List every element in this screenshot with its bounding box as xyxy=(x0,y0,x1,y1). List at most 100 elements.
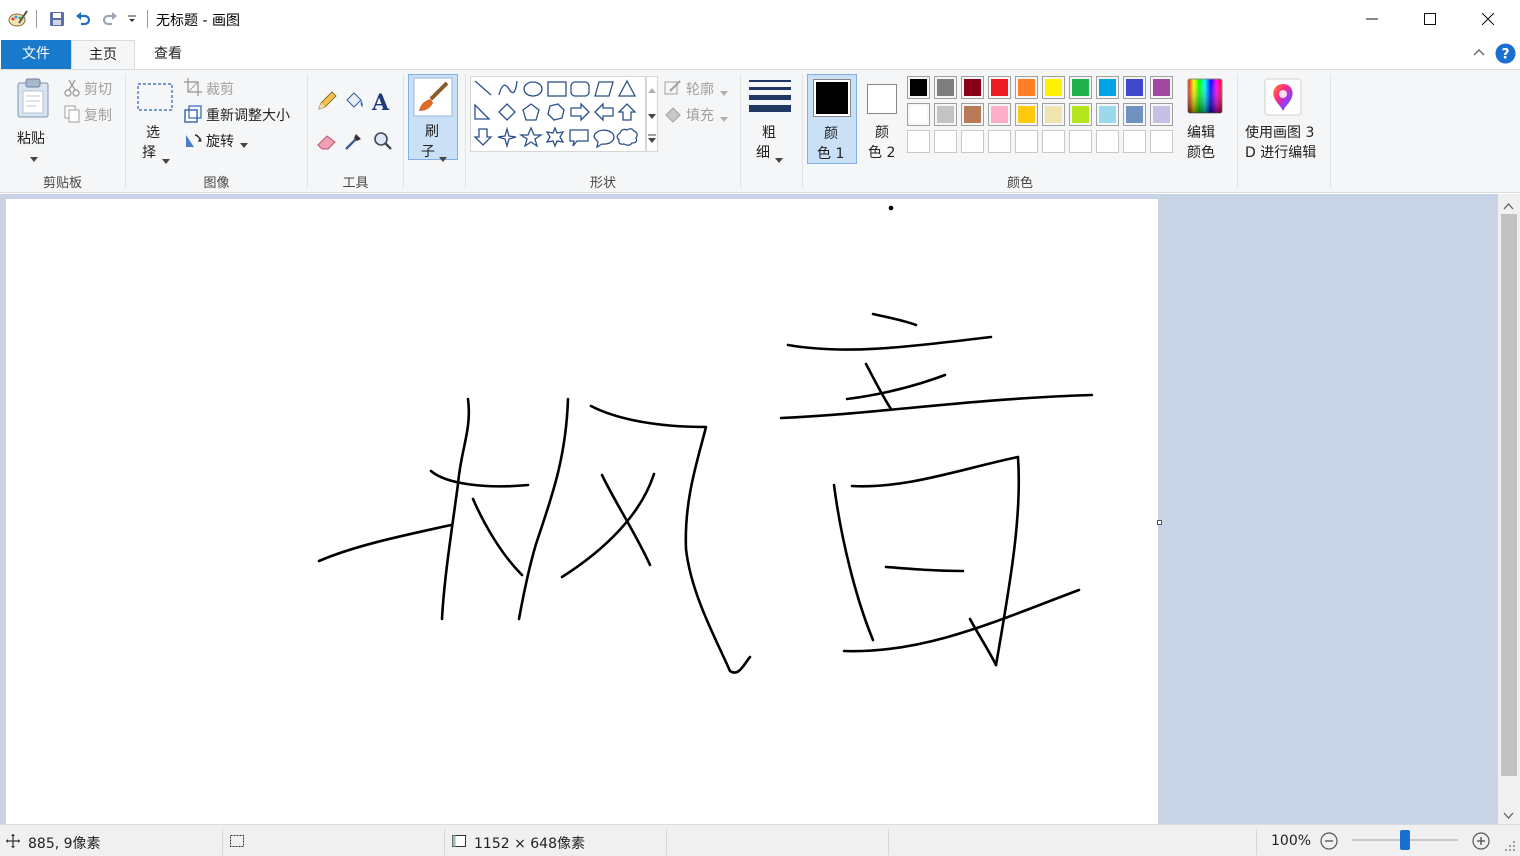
zoom-in-icon[interactable] xyxy=(1471,831,1491,855)
handwritten-strokes xyxy=(317,205,1094,674)
group-divider xyxy=(740,74,741,188)
vertical-scrollbar[interactable] xyxy=(1498,194,1520,824)
palette-color-swatch[interactable] xyxy=(1123,76,1146,99)
color2-label-line2: 色 2 xyxy=(868,145,896,161)
canvas-resize-handle[interactable] xyxy=(1157,520,1162,525)
palette-color-swatch[interactable] xyxy=(961,103,984,126)
palette-color-swatch[interactable] xyxy=(1069,76,1092,99)
zoom-out-icon[interactable] xyxy=(1319,831,1339,855)
palette-custom-slot[interactable] xyxy=(1096,130,1119,153)
palette-custom-slot[interactable] xyxy=(934,130,957,153)
color1-button[interactable]: 颜 色 1 xyxy=(807,74,857,164)
tab-view[interactable]: 查看 xyxy=(136,40,200,70)
text-tool-icon[interactable]: A xyxy=(372,90,389,116)
size-label-line1: 粗 xyxy=(762,125,776,141)
save-icon[interactable] xyxy=(47,9,67,29)
palette-custom-slot[interactable] xyxy=(1042,130,1065,153)
palette-custom-slot[interactable] xyxy=(988,130,1011,153)
palette-custom-slot[interactable] xyxy=(1015,130,1038,153)
palette-color-swatch[interactable] xyxy=(988,76,1011,99)
shapes-gallery-icons[interactable] xyxy=(471,77,647,153)
palette-color-swatch[interactable] xyxy=(1042,76,1065,99)
pencil-icon[interactable] xyxy=(316,90,338,116)
color2-swatch xyxy=(867,84,897,114)
palette-color-swatch[interactable] xyxy=(961,76,984,99)
select-button[interactable]: 选 择 xyxy=(134,76,176,164)
status-divider xyxy=(222,829,223,855)
color1-label-line1: 颜 xyxy=(824,126,838,142)
palette-custom-slot[interactable] xyxy=(1150,130,1173,153)
status-divider xyxy=(666,829,667,855)
palette-color-swatch[interactable] xyxy=(1096,103,1119,126)
resize-button[interactable]: 重新调整大小 xyxy=(184,104,304,126)
palette-color-swatch[interactable] xyxy=(1015,76,1038,99)
color-picker-icon[interactable] xyxy=(343,130,365,156)
resize-label: 重新调整大小 xyxy=(206,108,290,124)
shapes-gallery-scroll[interactable] xyxy=(646,76,658,152)
maximize-button[interactable] xyxy=(1401,0,1459,38)
paint-app-icon[interactable] xyxy=(8,9,28,29)
redo-icon[interactable] xyxy=(100,9,120,29)
paste-button[interactable]: 粘贴 xyxy=(10,76,56,162)
palette-color-swatch[interactable] xyxy=(1069,103,1092,126)
crop-button[interactable]: 裁剪 xyxy=(184,78,264,100)
fill-button[interactable]: 填充 xyxy=(664,104,734,126)
tab-home[interactable]: 主页 xyxy=(71,40,135,71)
size-label-line2: 细 xyxy=(756,145,770,161)
palette-custom-slot[interactable] xyxy=(961,130,984,153)
shapes-group: 轮廓 填充 形状 xyxy=(466,70,740,194)
rotate-button[interactable]: 旋转 xyxy=(184,130,264,152)
gallery-expand-icon[interactable] xyxy=(648,133,656,148)
minimize-button[interactable] xyxy=(1343,0,1401,38)
zoom-slider-thumb[interactable] xyxy=(1400,830,1410,850)
outline-pen-icon xyxy=(664,79,682,101)
group-divider xyxy=(403,74,404,188)
outline-button[interactable]: 轮廓 xyxy=(664,78,734,100)
tab-file[interactable]: 文件 xyxy=(1,40,71,70)
collapse-ribbon-icon[interactable] xyxy=(1472,46,1486,64)
palette-custom-slot[interactable] xyxy=(1069,130,1092,153)
group-divider xyxy=(1237,74,1238,188)
palette-custom-slot[interactable] xyxy=(1123,130,1146,153)
selection-size-icon xyxy=(229,833,245,853)
eraser-icon[interactable] xyxy=(316,130,338,156)
undo-icon[interactable] xyxy=(73,9,93,29)
palette-color-swatch[interactable] xyxy=(1123,103,1146,126)
palette-color-swatch[interactable] xyxy=(1150,103,1173,126)
scroll-down-arrow-icon[interactable] xyxy=(1503,809,1514,824)
scroll-up-arrow-icon[interactable] xyxy=(1503,199,1514,214)
drawing-canvas[interactable] xyxy=(6,199,1158,824)
brushes-button[interactable]: 刷 子 xyxy=(408,74,458,162)
palette-color-swatch[interactable] xyxy=(1096,76,1119,99)
palette-color-swatch[interactable] xyxy=(934,103,957,126)
copy-button[interactable]: 复制 xyxy=(62,104,122,126)
crop-label: 裁剪 xyxy=(206,82,234,98)
magnifier-icon[interactable] xyxy=(372,130,394,156)
cut-button[interactable]: 剪切 xyxy=(62,78,122,100)
palette-custom-slot[interactable] xyxy=(907,130,930,153)
scrollbar-thumb[interactable] xyxy=(1501,214,1517,776)
customize-quick-access-icon[interactable] xyxy=(122,9,142,29)
resize-grip-icon[interactable] xyxy=(1503,839,1517,856)
fill-bucket-icon[interactable] xyxy=(343,90,365,116)
palette-color-swatch[interactable] xyxy=(934,76,957,99)
edit-with-paint3d-button[interactable]: 使用画图 3 D 进行编辑 xyxy=(1240,76,1328,166)
size-button[interactable]: 粗 细 xyxy=(744,74,796,164)
palette-color-swatch[interactable] xyxy=(1042,103,1065,126)
scroll-up-icon[interactable] xyxy=(648,83,656,98)
edit-colors-button[interactable]: 编辑 颜色 xyxy=(1183,76,1229,166)
help-icon[interactable]: ? xyxy=(1495,43,1516,68)
brush-label-line1: 刷 xyxy=(425,124,439,140)
scroll-down-icon[interactable] xyxy=(648,109,656,124)
close-button[interactable] xyxy=(1459,0,1517,38)
palette-color-swatch[interactable] xyxy=(907,103,930,126)
palette-color-swatch[interactable] xyxy=(1015,103,1038,126)
palette-color-swatch[interactable] xyxy=(907,76,930,99)
palette-color-swatch[interactable] xyxy=(988,103,1011,126)
color2-button[interactable]: 颜 色 2 xyxy=(861,74,909,164)
edit-colors-label-line2: 颜色 xyxy=(1187,145,1215,161)
cut-label: 剪切 xyxy=(84,82,112,98)
zoom-slider-track[interactable] xyxy=(1352,830,1458,850)
title-bar: 无标题 - 画图 xyxy=(0,0,1520,38)
palette-color-swatch[interactable] xyxy=(1150,76,1173,99)
